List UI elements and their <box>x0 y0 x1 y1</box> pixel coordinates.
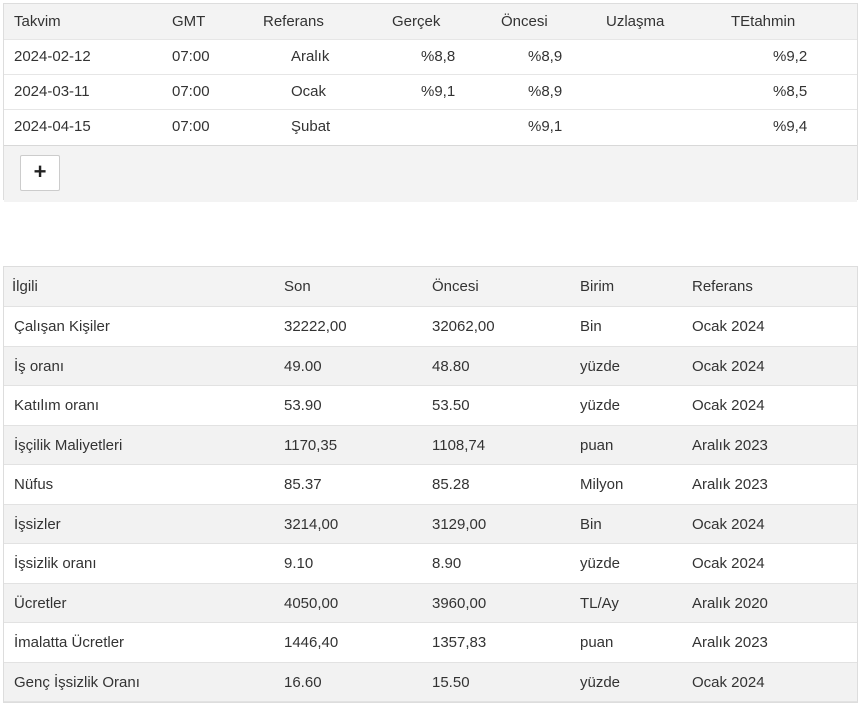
related-unit: TL/Ay <box>580 594 619 612</box>
calendar-table: Takvim GMT Referans Gerçek Öncesi Uzlaşm… <box>3 3 858 202</box>
calendar-forecast: %9,2 <box>773 48 808 65</box>
related-previous: 53.50 <box>432 397 470 414</box>
calendar-row: 2024-03-11 07:00 Ocak %9,1 %8,9 %8,5 <box>4 75 857 110</box>
related-unit: yüzde <box>580 397 621 414</box>
related-reference: Ocak 2024 <box>692 555 765 572</box>
calendar-gmt: 07:00 <box>172 83 210 100</box>
calendar-actual: %9,1 <box>421 83 456 100</box>
related-previous: 32062,00 <box>432 318 495 335</box>
calendar-header-date[interactable]: Takvim <box>14 4 61 39</box>
related-reference: Aralık 2023 <box>692 476 768 493</box>
related-last: 1170,35 <box>284 436 338 454</box>
related-last: 4050,00 <box>284 594 339 612</box>
related-last: 16.60 <box>284 673 322 691</box>
calendar-forecast: %9,4 <box>773 118 808 135</box>
calendar-header-row: Takvim GMT Referans Gerçek Öncesi Uzlaşm… <box>4 4 857 40</box>
calendar-date: 2024-02-12 <box>14 48 91 65</box>
calendar-header-forecast[interactable]: TEtahmin <box>731 4 795 39</box>
table-row: Çalışan Kişiler 32222,00 32062,00 Bin Oc… <box>4 307 857 347</box>
related-reference: Aralık 2023 <box>692 634 768 651</box>
table-row: Ücretler 4050,00 3960,00 TL/Ay Aralık 20… <box>4 583 857 623</box>
related-name-link[interactable]: İş oranı <box>14 347 64 386</box>
related-header-unit[interactable]: Birim <box>580 267 614 306</box>
related-name-link[interactable]: Ücretler <box>14 584 67 623</box>
related-name-link[interactable]: İşsizlik oranı <box>14 544 97 583</box>
related-name-link[interactable]: İşçilik Maliyetleri <box>14 426 122 465</box>
related-last: 85.37 <box>284 476 322 493</box>
related-unit: Bin <box>580 318 602 335</box>
calendar-gmt: 07:00 <box>172 118 210 135</box>
table-row: İşsizler 3214,00 3129,00 Bin Ocak 2024 <box>4 504 857 544</box>
calendar-date: 2024-04-15 <box>14 118 91 135</box>
table-row: İşçilik Maliyetleri 1170,35 1108,74 puan… <box>4 425 857 465</box>
calendar-header-gmt[interactable]: GMT <box>172 4 205 39</box>
calendar-previous: %8,9 <box>528 83 563 100</box>
calendar-forecast: %8,5 <box>773 83 808 100</box>
table-row: İmalatta Ücretler 1446,40 1357,83 puan A… <box>4 623 857 663</box>
related-last: 53.90 <box>284 397 322 414</box>
related-name-link[interactable]: Çalışan Kişiler <box>14 307 110 346</box>
related-unit: Milyon <box>580 476 624 493</box>
related-last: 32222,00 <box>284 318 347 335</box>
related-unit: Bin <box>580 515 602 533</box>
related-reference: Ocak 2024 <box>692 357 765 375</box>
related-previous: 8.90 <box>432 555 462 572</box>
related-previous: 85.28 <box>432 476 470 493</box>
related-previous: 1357,83 <box>432 634 487 651</box>
related-header-reference[interactable]: Referans <box>692 267 753 306</box>
related-reference: Ocak 2024 <box>692 515 765 533</box>
related-header-previous[interactable]: Öncesi <box>432 267 479 306</box>
related-last: 1446,40 <box>284 634 339 651</box>
table-row: Katılım oranı 53.90 53.50 yüzde Ocak 202… <box>4 386 857 426</box>
table-row: Genç İşsizlik Oranı 16.60 15.50 yüzde Oc… <box>4 662 857 702</box>
related-unit: yüzde <box>580 673 621 691</box>
related-previous: 3129,00 <box>432 515 487 533</box>
add-button[interactable]: + <box>20 155 60 191</box>
related-unit: puan <box>580 436 614 454</box>
calendar-date: 2024-03-11 <box>14 83 90 100</box>
calendar-previous: %8,9 <box>528 48 563 65</box>
related-name-link[interactable]: İşsizler <box>14 505 61 544</box>
related-unit: yüzde <box>580 357 621 375</box>
related-header-last[interactable]: Son <box>284 267 311 306</box>
calendar-header-consensus[interactable]: Uzlaşma <box>606 4 664 39</box>
related-unit: yüzde <box>580 555 621 572</box>
calendar-reference: Şubat <box>291 118 331 135</box>
related-reference: Ocak 2024 <box>692 397 765 414</box>
calendar-actual: %8,8 <box>421 48 456 65</box>
related-last: 3214,00 <box>284 515 339 533</box>
related-name-link[interactable]: Genç İşsizlik Oranı <box>14 663 140 702</box>
calendar-header-previous[interactable]: Öncesi <box>501 4 548 39</box>
calendar-previous: %9,1 <box>528 118 563 135</box>
related-name-link[interactable]: İmalatta Ücretler <box>14 623 124 662</box>
related-reference: Aralık 2020 <box>692 594 768 612</box>
related-previous: 1108,74 <box>432 436 486 454</box>
calendar-reference: Aralık <box>291 48 330 65</box>
calendar-header-reference[interactable]: Referans <box>263 4 324 39</box>
related-name-link[interactable]: Nüfus <box>14 465 53 504</box>
calendar-reference: Ocak <box>291 83 327 100</box>
calendar-footer: + <box>4 145 857 202</box>
calendar-row: 2024-04-15 07:00 Şubat %9,1 %9,4 <box>4 110 857 145</box>
related-reference: Aralık 2023 <box>692 436 768 454</box>
related-reference: Ocak 2024 <box>692 318 765 335</box>
related-last: 49.00 <box>284 357 322 375</box>
table-row: İş oranı 49.00 48.80 yüzde Ocak 2024 <box>4 346 857 386</box>
related-previous: 48.80 <box>432 357 470 375</box>
related-name-link[interactable]: Katılım oranı <box>14 386 99 425</box>
related-previous: 3960,00 <box>432 594 487 612</box>
related-last: 9.10 <box>284 555 314 572</box>
related-unit: puan <box>580 634 614 651</box>
calendar-gmt: 07:00 <box>172 48 210 65</box>
related-header-row: İlgili Son Öncesi Birim Referans <box>4 267 857 307</box>
related-header-name[interactable]: İlgili <box>12 267 38 306</box>
related-table: İlgili Son Öncesi Birim Referans Çalışan… <box>3 266 858 703</box>
calendar-row: 2024-02-12 07:00 Aralık %8,8 %8,9 %9,2 <box>4 40 857 75</box>
related-previous: 15.50 <box>432 673 470 691</box>
calendar-header-actual[interactable]: Gerçek <box>392 4 440 39</box>
related-reference: Ocak 2024 <box>692 673 765 691</box>
table-row: İşsizlik oranı 9.10 8.90 yüzde Ocak 2024 <box>4 544 857 584</box>
table-row: Nüfus 85.37 85.28 Milyon Aralık 2023 <box>4 465 857 505</box>
